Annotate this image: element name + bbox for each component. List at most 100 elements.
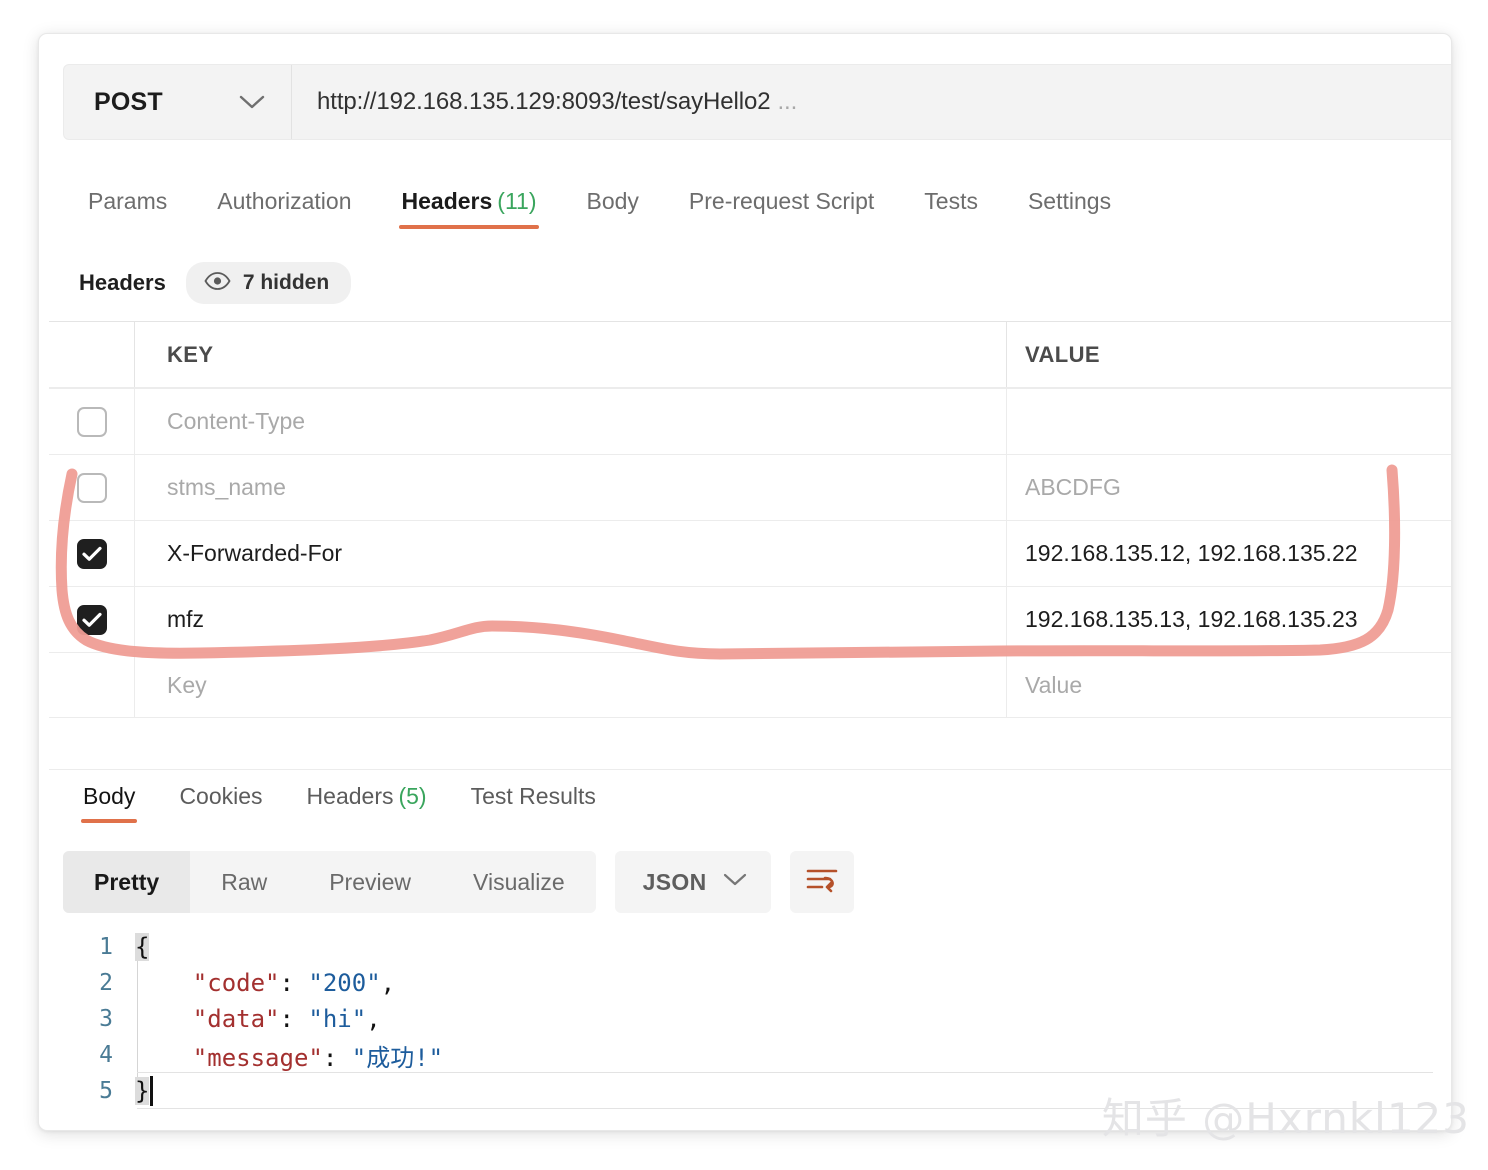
code-close-brace: } [135,1077,149,1105]
code-line: 1 { [63,929,1433,965]
headers-table: KEY VALUE Content-Type stms_name ABCDFG [49,321,1452,718]
tab-authorization[interactable]: Authorization [192,182,376,235]
line-number: 4 [63,1042,135,1068]
view-mode-pretty[interactable]: Pretty [63,851,190,913]
tab-label: Test Results [471,783,596,809]
row-checkbox-cell [49,521,135,586]
url-input[interactable]: http://192.168.135.129:8093/test/sayHell… [292,65,1452,139]
tab-label: Pre-request Script [689,188,874,214]
response-tabs: Body Cookies Headers(5) Test Results [61,779,618,828]
table-row: Content-Type [49,388,1452,454]
code-open-brace: { [135,933,149,961]
row-key[interactable]: stms_name [135,455,1007,520]
line-number: 5 [63,1078,135,1104]
headers-section-title: Headers [79,270,166,296]
tab-headers[interactable]: Headers(11) [377,182,562,235]
json-separator: : [323,1044,352,1072]
row-checkbox-cell [49,455,135,520]
row-value[interactable]: 192.168.135.12, 192.168.135.22 [1007,521,1452,586]
screenshot-root: POST http://192.168.135.129:8093/test/sa… [0,0,1488,1170]
eye-icon [204,272,231,295]
row-value[interactable]: ABCDFG [1007,455,1452,520]
row-checkbox[interactable] [77,473,107,503]
format-dropdown[interactable]: JSON [615,851,771,913]
view-mode-preview[interactable]: Preview [298,851,442,913]
tab-label: Headers [402,188,493,214]
row-key[interactable]: X-Forwarded-For [135,521,1007,586]
row-value[interactable]: 192.168.135.13, 192.168.135.23 [1007,587,1452,652]
header-cell-select [49,322,135,387]
new-row-key-input[interactable]: Key [135,653,1007,718]
line-number: 1 [63,934,135,960]
headers-subheader: Headers 7 hidden [79,262,351,304]
column-header-value: VALUE [1007,322,1452,387]
row-value[interactable] [1007,389,1452,454]
table-row: stms_name ABCDFG [49,454,1452,520]
row-checkbox-cell [49,653,135,718]
hidden-headers-toggle[interactable]: 7 hidden [186,262,351,304]
tab-body[interactable]: Body [561,182,663,235]
response-toolbar: Pretty Raw Preview Visualize JSON [63,851,854,913]
url-ellipsis: ... [777,88,797,116]
tab-label: Params [88,188,167,214]
postman-request-panel: POST http://192.168.135.129:8093/test/sa… [38,33,1452,1131]
tab-pre-request-script[interactable]: Pre-request Script [664,182,899,235]
code-line: 2 "code": "200", [63,965,1433,1001]
tab-settings[interactable]: Settings [1003,182,1136,235]
view-mode-raw[interactable]: Raw [190,851,298,913]
wrap-lines-button[interactable] [790,851,854,913]
column-header-key: KEY [135,322,1007,387]
text-caret [150,1076,153,1106]
code-line: 3 "data": "hi", [63,1001,1433,1037]
hidden-headers-label: 7 hidden [243,271,329,295]
view-mode-group: Pretty Raw Preview Visualize [63,851,596,913]
tab-label: Settings [1028,188,1111,214]
wrap-lines-icon [805,865,839,900]
tab-count: (5) [398,783,426,809]
watermark: 知乎 @Hxrnkl123 [1102,1085,1470,1146]
response-tab-test-results[interactable]: Test Results [449,779,618,828]
row-key[interactable]: Content-Type [135,389,1007,454]
table-header-row: KEY VALUE [49,321,1452,388]
json-key: "code" [193,969,280,997]
line-number: 2 [63,970,135,996]
row-checkbox-cell [49,587,135,652]
json-comma: , [366,1005,380,1033]
tab-params[interactable]: Params [63,182,192,235]
json-separator: : [280,1005,309,1033]
tab-label: Authorization [217,188,351,214]
json-value: "200" [308,969,380,997]
tab-label: Cookies [179,783,262,809]
table-row: X-Forwarded-For 192.168.135.12, 192.168.… [49,520,1452,586]
line-number: 3 [63,1006,135,1032]
json-key: "data" [193,1005,280,1033]
active-line-top-border [137,1072,1433,1073]
tab-label: Headers [307,783,394,809]
table-row-new: Key Value [49,652,1452,718]
row-checkbox[interactable] [77,605,107,635]
row-checkbox[interactable] [77,407,107,437]
chevron-down-icon [239,94,265,110]
code-line: 4 "message": "成功!" [63,1037,1433,1073]
tab-tests[interactable]: Tests [899,182,1003,235]
request-tabs: Params Authorization Headers(11) Body Pr… [63,182,1136,240]
tab-label: Body [83,783,135,809]
tab-label: Tests [924,188,978,214]
json-value: "成功!" [352,1044,443,1072]
json-separator: : [280,969,309,997]
http-method-label: POST [94,88,163,117]
http-method-dropdown[interactable]: POST [64,65,292,139]
json-comma: , [381,969,395,997]
row-checkbox[interactable] [77,539,107,569]
json-key: "message" [193,1044,323,1072]
json-value: "hi" [308,1005,366,1033]
new-row-value-input[interactable]: Value [1007,653,1452,718]
tab-count: (11) [497,188,536,214]
row-key[interactable]: mfz [135,587,1007,652]
response-tab-headers[interactable]: Headers(5) [285,779,449,828]
view-mode-visualize[interactable]: Visualize [442,851,596,913]
tab-label: Body [586,188,638,214]
response-tab-cookies[interactable]: Cookies [157,779,284,828]
url-text: http://192.168.135.129:8093/test/sayHell… [317,88,770,116]
response-tab-body[interactable]: Body [61,779,157,828]
